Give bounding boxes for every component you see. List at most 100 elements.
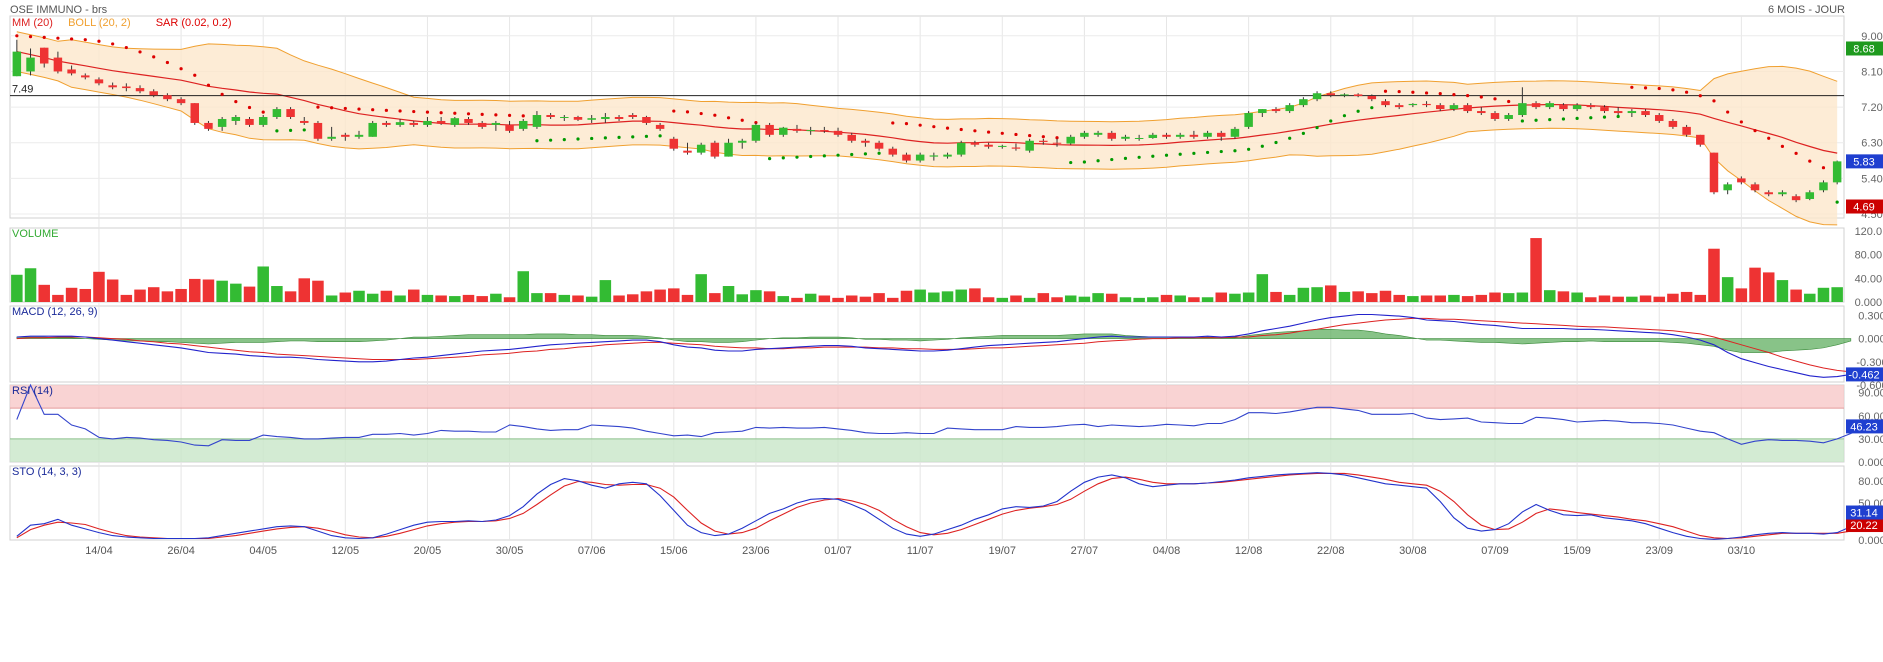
volume-bar (38, 284, 50, 302)
candle (122, 86, 131, 89)
volume-bar (243, 286, 256, 302)
volume-bar (1283, 294, 1296, 302)
sar-dot (781, 156, 785, 160)
volume-bar (1831, 287, 1843, 302)
volume-bar (1270, 291, 1282, 302)
candle (1258, 109, 1267, 114)
volume-bar (1653, 296, 1665, 302)
sar-dot (1096, 159, 1100, 163)
volume-bar (216, 280, 228, 302)
volume-bar (626, 294, 639, 302)
volume-bar (996, 297, 1009, 302)
volume-bar (1694, 294, 1707, 302)
x-tick-label: 11/07 (907, 545, 934, 557)
sar-dot (1808, 159, 1812, 163)
sar-dot (795, 155, 799, 159)
volume-bar (1092, 293, 1104, 302)
candle (1244, 113, 1253, 127)
volume-bar (1078, 296, 1091, 302)
volume-bar (1667, 293, 1679, 302)
candle (779, 127, 788, 135)
candle (806, 130, 815, 132)
sar-dot (918, 123, 922, 127)
x-tick-label: 22/08 (1317, 545, 1345, 557)
candle (505, 124, 514, 131)
sto-badge-k: 31.14 (1850, 508, 1878, 520)
candle (382, 122, 391, 125)
sar-dot (15, 34, 19, 38)
sar-dot (1712, 99, 1716, 103)
candle (1093, 132, 1103, 135)
candle (847, 134, 856, 141)
volume-bar (79, 288, 92, 302)
volume-bar (1804, 293, 1816, 302)
volume-bar (1543, 290, 1556, 302)
volume-bar (449, 296, 461, 302)
sar-dot (699, 111, 703, 116)
sar-dot (863, 152, 868, 156)
volume-bar (1475, 294, 1488, 302)
sar-dot (1178, 152, 1182, 156)
x-tick-label: 27/07 (1071, 545, 1099, 557)
volume-bar (1379, 290, 1392, 302)
x-tick-label: 20/05 (414, 545, 442, 557)
candle (1039, 140, 1048, 142)
volume-bar (544, 293, 557, 302)
candle (1737, 178, 1746, 183)
candle (1422, 103, 1431, 106)
sar-dot (1685, 90, 1689, 94)
sar-dot (97, 39, 101, 43)
candle (1025, 140, 1034, 151)
volume-bar (1489, 292, 1501, 302)
y-tick-label: 0.300 (1858, 310, 1883, 322)
rsi-badge: 46.23 (1850, 421, 1878, 433)
sar-dot (1438, 91, 1442, 96)
candle (642, 117, 651, 123)
volume-bar (1721, 277, 1734, 302)
candle (1600, 107, 1609, 112)
candle (1627, 111, 1637, 114)
candle (1778, 192, 1787, 195)
sar-dot (1698, 94, 1702, 98)
sar-dot (83, 38, 87, 42)
sar-dot (1424, 91, 1429, 95)
volume-bar (408, 289, 420, 302)
x-tick-label: 12/08 (1235, 545, 1263, 557)
volume-bar (1188, 297, 1200, 302)
candle (1750, 184, 1760, 191)
volume-bar (503, 297, 516, 302)
rsi-oversold-zone (10, 438, 1844, 462)
sar-dot (726, 116, 731, 120)
volume-bar (599, 280, 612, 302)
sar-dot (1000, 131, 1004, 135)
candle (1559, 105, 1568, 110)
sar-dot (288, 128, 293, 132)
candle (1723, 184, 1732, 191)
volume-bar (161, 291, 174, 302)
candle (1490, 113, 1500, 119)
macd-label: MACD (12, 26, 9) (12, 306, 98, 318)
volume-bar (1352, 291, 1364, 302)
candle (81, 75, 90, 78)
volume-bar (873, 293, 885, 302)
volume-bar (900, 290, 913, 302)
sar-dot (124, 45, 128, 50)
x-tick-label: 30/05 (496, 545, 524, 557)
volume-bar (1338, 291, 1351, 302)
sar-dot (1726, 110, 1730, 114)
volume-bar (435, 295, 447, 302)
sar-dot (1630, 85, 1634, 89)
volume-bar (339, 292, 352, 302)
candle (1080, 132, 1089, 137)
sar-dot (877, 151, 881, 155)
volume-bar (462, 294, 475, 302)
volume-bar (695, 274, 707, 302)
sar-dot (986, 130, 991, 134)
x-tick-label: 04/05 (249, 545, 277, 557)
sar-dot (617, 135, 621, 139)
volume-bar (709, 293, 721, 302)
sto-label: STO (14, 3, 3) (12, 466, 82, 478)
volume-bar (11, 274, 23, 302)
candle (1654, 115, 1664, 121)
candle (108, 85, 117, 88)
